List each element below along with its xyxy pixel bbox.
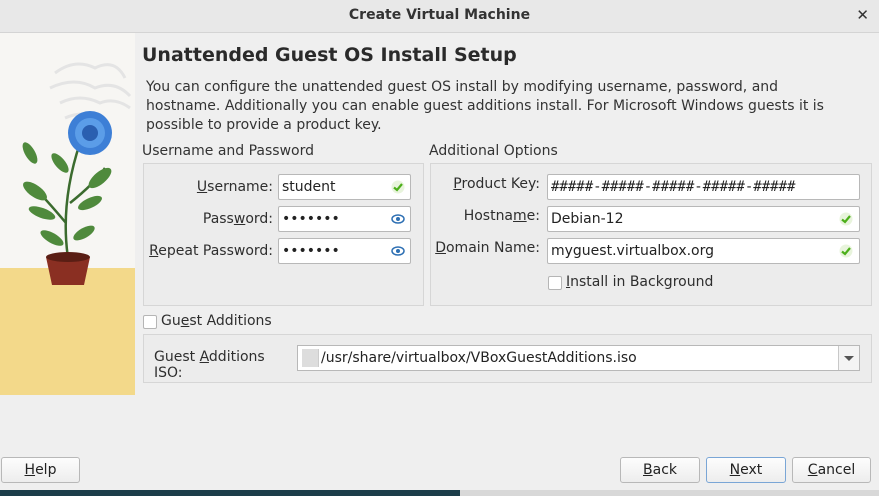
product-key-field[interactable]: #####-#####-#####-#####-##### xyxy=(547,174,860,200)
domain-name-value: myguest.virtualbox.org xyxy=(551,243,715,259)
ok-check-icon xyxy=(839,244,853,258)
guest-additions-label[interactable]: Guest Additions xyxy=(161,313,272,329)
ok-check-icon xyxy=(391,180,405,194)
title-bar: Create Virtual Machine ✕ xyxy=(0,0,879,33)
wizard-illustration xyxy=(0,33,135,395)
install-in-background-label[interactable]: Install in Background xyxy=(566,274,713,290)
guest-additions-iso-label: Guest Additions ISO: xyxy=(154,349,265,381)
domain-name-field[interactable]: myguest.virtualbox.org xyxy=(547,238,860,264)
additional-options-group: Product Key: #####-#####-#####-#####-###… xyxy=(430,163,872,306)
username-label: Username: xyxy=(196,179,273,195)
desktop-strip xyxy=(0,490,879,496)
help-button[interactable]: Help xyxy=(1,457,80,483)
eye-icon[interactable] xyxy=(391,244,405,258)
additional-options-group-title: Additional Options xyxy=(429,143,558,159)
window-title: Create Virtual Machine xyxy=(348,7,531,23)
hostname-field[interactable]: Debian-12 xyxy=(547,206,860,232)
file-icon xyxy=(302,349,319,367)
username-field[interactable]: student xyxy=(278,174,411,200)
password-value: ••••••• xyxy=(282,211,340,227)
guest-additions-group: Guest Additions ISO: /usr/share/virtualb… xyxy=(143,334,872,383)
hostname-label: Hostname: xyxy=(463,208,540,224)
page-description: You can configure the unattended guest O… xyxy=(146,79,824,133)
product-key-label: Product Key: xyxy=(453,176,540,192)
repeat-password-label: Repeat Password: xyxy=(149,243,273,259)
flower-pot-illustration xyxy=(0,33,135,395)
repeat-password-value: ••••••• xyxy=(282,243,340,259)
guest-additions-iso-combo[interactable]: /usr/share/virtualbox/VBoxGuestAdditions… xyxy=(297,345,860,371)
install-in-background-checkbox[interactable] xyxy=(548,276,562,290)
password-label: Password: xyxy=(202,211,273,227)
password-field[interactable]: ••••••• xyxy=(278,206,411,232)
next-button[interactable]: Next xyxy=(706,457,786,483)
ok-check-icon xyxy=(839,212,853,226)
page-title: Unattended Guest OS Install Setup xyxy=(142,44,517,66)
cancel-button[interactable]: Cancel xyxy=(792,457,871,483)
credentials-group-title: Username and Password xyxy=(142,143,314,159)
hostname-value: Debian-12 xyxy=(551,211,624,227)
desktop-strip-right xyxy=(460,490,879,496)
guest-additions-iso-value: /usr/share/virtualbox/VBoxGuestAdditions… xyxy=(321,350,637,366)
username-value: student xyxy=(282,179,336,195)
back-button[interactable]: Back xyxy=(620,457,700,483)
eye-icon[interactable] xyxy=(391,212,405,226)
credentials-group: Username: student Password: ••••••• Repe… xyxy=(143,163,424,306)
close-icon[interactable]: ✕ xyxy=(856,6,869,24)
guest-additions-checkbox[interactable] xyxy=(143,315,157,329)
product-key-value: #####-#####-#####-#####-##### xyxy=(551,179,796,195)
domain-name-label: Domain Name: xyxy=(435,240,540,256)
repeat-password-field[interactable]: ••••••• xyxy=(278,238,411,264)
chevron-down-icon[interactable] xyxy=(838,346,859,370)
